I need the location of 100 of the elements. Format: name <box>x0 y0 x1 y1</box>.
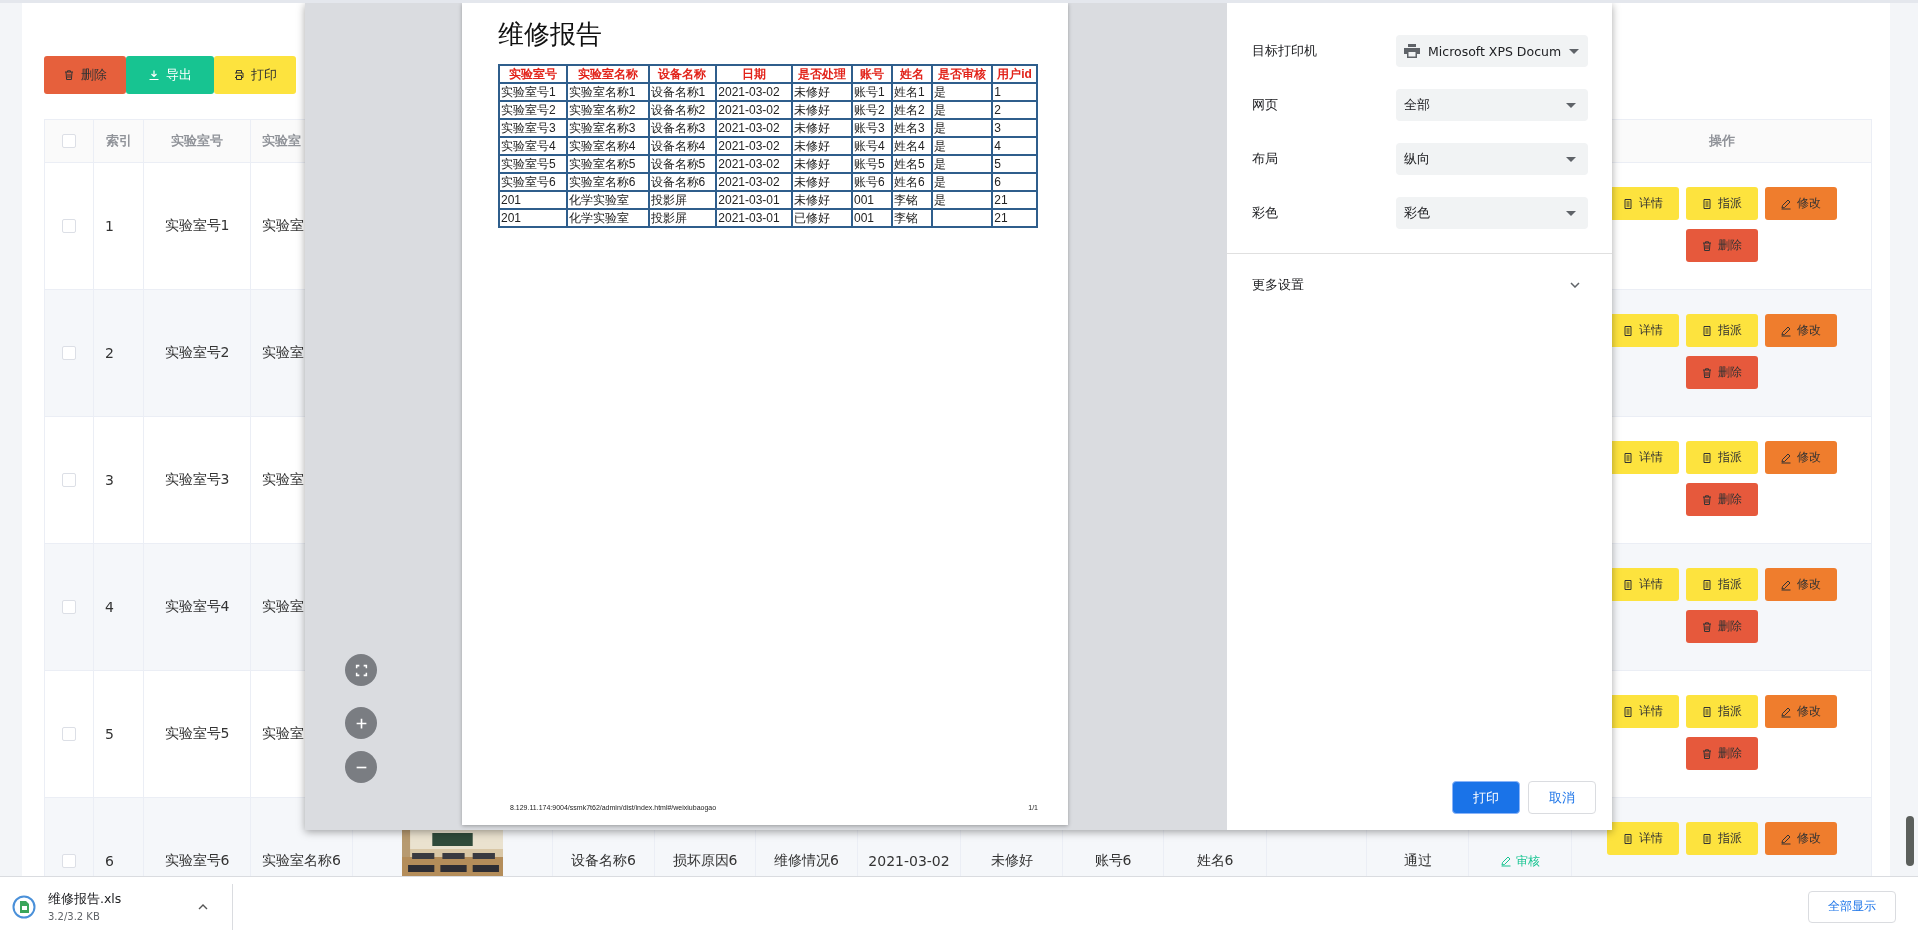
delete-button[interactable]: 删除 <box>1685 610 1758 643</box>
report-cell: 设备名称1 <box>650 84 706 99</box>
row-checkbox[interactable] <box>62 219 76 233</box>
edit-button[interactable]: 修改 <box>1764 695 1837 728</box>
report-cell: 21 <box>994 192 1008 207</box>
pencil-icon <box>1780 832 1792 845</box>
report-cell: 21 <box>994 210 1008 225</box>
report-header-cell: 用户id <box>992 65 1037 83</box>
report-cell: 1 <box>994 84 1001 99</box>
report-cell: 是 <box>934 138 947 153</box>
report-cell: 设备名称2 <box>650 102 706 117</box>
expand-icon <box>354 663 368 677</box>
cancel-button[interactable]: 取消 <box>1528 781 1596 814</box>
report-cell: 2 <box>994 102 1001 117</box>
caret-icon <box>1569 48 1580 54</box>
printer-icon <box>1404 44 1420 58</box>
pencil-icon <box>1780 451 1792 464</box>
report-cell: 姓名2 <box>894 102 925 117</box>
report-cell: 2021-03-02 <box>718 138 780 153</box>
setting-dropdown[interactable]: 彩色 <box>1396 197 1588 229</box>
report-cell: 未修好 <box>793 156 830 171</box>
report-cell: 已修好 <box>793 210 830 225</box>
setting-label: 网页 <box>1252 96 1278 114</box>
trash-icon <box>63 69 75 81</box>
report-cell: 是 <box>934 120 947 135</box>
assign-button[interactable]: 指派 <box>1685 695 1758 728</box>
report-cell: 是 <box>934 174 947 189</box>
more-settings-toggle[interactable]: 更多设置 <box>1227 254 1612 316</box>
show-all-button[interactable]: 全部显示 <box>1808 890 1896 923</box>
setting-dropdown[interactable]: 全部 <box>1396 89 1588 121</box>
setting-dropdown[interactable]: 纵向 <box>1396 143 1588 175</box>
report-cell: 设备名称4 <box>650 138 706 153</box>
delete-button[interactable]: 删除 <box>1685 229 1758 262</box>
report-header-cell: 设备名称 <box>648 65 717 83</box>
delete-button[interactable]: 删除 <box>1685 356 1758 389</box>
print-button[interactable]: 打印 <box>214 56 296 94</box>
pencil-icon <box>1780 197 1792 210</box>
pencil-icon <box>1780 578 1792 591</box>
report-cell: 实验室名称4 <box>568 138 636 153</box>
assign-button[interactable]: 指派 <box>1685 187 1758 220</box>
assign-button[interactable]: 指派 <box>1685 568 1758 601</box>
assign-button[interactable]: 指派 <box>1685 441 1758 474</box>
caret-up-icon[interactable] <box>198 903 208 910</box>
trash-icon <box>1701 747 1713 760</box>
report-cell: 2021-03-02 <box>718 174 780 189</box>
report-header-cell: 姓名 <box>892 65 933 83</box>
report-cell: 实验室名称5 <box>568 156 636 171</box>
row-checkbox[interactable] <box>62 600 76 614</box>
document-icon <box>1622 578 1634 591</box>
edit-button[interactable]: 修改 <box>1764 441 1837 474</box>
report-cell: 账号5 <box>853 156 885 171</box>
trash-icon <box>1701 620 1713 633</box>
print-button[interactable]: 打印 <box>1452 781 1520 814</box>
report-cell: 是 <box>934 102 947 117</box>
printer-icon <box>233 69 245 81</box>
download-icon <box>148 69 160 81</box>
setting-dropdown[interactable]: Microsoft XPS Docum <box>1396 35 1588 67</box>
edit-button[interactable]: 修改 <box>1764 822 1837 855</box>
caret-icon <box>1566 102 1576 108</box>
detail-button[interactable]: 详情 <box>1606 822 1679 855</box>
report-cell: 2021-03-01 <box>718 192 780 207</box>
document-icon <box>1701 832 1713 845</box>
report-cell: 未修好 <box>793 138 830 153</box>
edit-button[interactable]: 修改 <box>1764 568 1837 601</box>
edit-button[interactable]: 修改 <box>1764 187 1837 220</box>
report-cell: 李铭 <box>894 192 919 207</box>
report-cell: 账号6 <box>853 174 885 189</box>
delete-button[interactable]: 删除 <box>1685 737 1758 770</box>
fit-page-button[interactable] <box>345 654 377 686</box>
trash-icon <box>1701 239 1713 252</box>
caret-icon <box>1566 210 1576 216</box>
report-cell: 是 <box>934 156 947 171</box>
setting-label: 彩色 <box>1252 204 1278 222</box>
report-header-cell: 实验室名称 <box>566 65 649 83</box>
report-cell: 化学实验室 <box>568 210 629 225</box>
document-icon <box>1701 451 1713 464</box>
assign-button[interactable]: 指派 <box>1685 822 1758 855</box>
pencil-icon <box>1500 855 1512 867</box>
delete-button[interactable]: 删除 <box>44 56 126 94</box>
edit-button[interactable]: 修改 <box>1764 314 1837 347</box>
report-cell: 201 <box>501 210 522 225</box>
report-cell: 未修好 <box>793 192 830 207</box>
delete-button[interactable]: 删除 <box>1685 483 1758 516</box>
row-checkbox[interactable] <box>62 854 76 868</box>
report-cell: 姓名1 <box>894 84 925 99</box>
report-cell: 账号3 <box>853 120 885 135</box>
scrollbar-thumb[interactable] <box>1906 816 1914 866</box>
row-checkbox[interactable] <box>62 346 76 360</box>
report-cell: 实验室号5 <box>501 156 556 171</box>
select-all-checkbox[interactable] <box>62 134 76 148</box>
row-checkbox[interactable] <box>62 727 76 741</box>
zoom-in-button[interactable] <box>345 707 377 739</box>
report-cell: 是 <box>934 84 947 99</box>
report-cell: 001 <box>853 210 874 225</box>
document-icon <box>1701 324 1713 337</box>
row-checkbox[interactable] <box>62 473 76 487</box>
zoom-out-button[interactable] <box>345 751 377 783</box>
report-cell: 未修好 <box>793 102 830 117</box>
assign-button[interactable]: 指派 <box>1685 314 1758 347</box>
report-cell: 账号1 <box>853 84 885 99</box>
